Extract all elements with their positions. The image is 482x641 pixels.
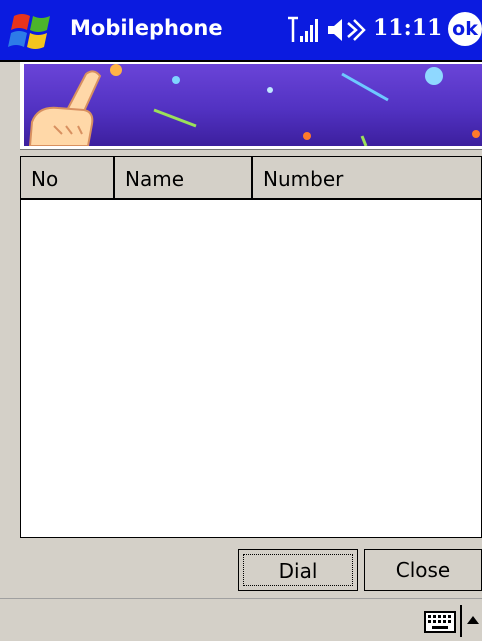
list-header: No Name Number	[21, 157, 481, 200]
column-header-number[interactable]: Number	[253, 157, 481, 198]
app-title: Mobilephone	[70, 16, 223, 40]
clock[interactable]: 11:11	[373, 15, 442, 41]
sip-arrow-icon[interactable]	[466, 613, 480, 625]
column-header-no[interactable]: No	[21, 157, 115, 198]
contact-list[interactable]: No Name Number	[20, 156, 482, 538]
dial-button-label: Dial	[243, 554, 353, 586]
windows-start-icon[interactable]	[8, 10, 58, 54]
banner-image	[24, 64, 482, 146]
dial-button[interactable]: Dial	[238, 549, 358, 591]
column-header-name[interactable]: Name	[115, 157, 253, 198]
command-bar	[0, 598, 482, 641]
sip-separator	[460, 605, 462, 637]
pointing-hand-icon	[28, 70, 102, 146]
title-bar: Mobilephone 11:11 ok	[0, 0, 482, 62]
banner-frame	[20, 62, 482, 150]
volume-icon[interactable]	[326, 14, 366, 46]
ok-button[interactable]: ok	[448, 12, 482, 46]
keyboard-icon[interactable]	[424, 611, 456, 633]
banner-graphic	[28, 64, 480, 146]
close-button[interactable]: Close	[364, 549, 482, 591]
signal-icon[interactable]	[286, 14, 320, 46]
